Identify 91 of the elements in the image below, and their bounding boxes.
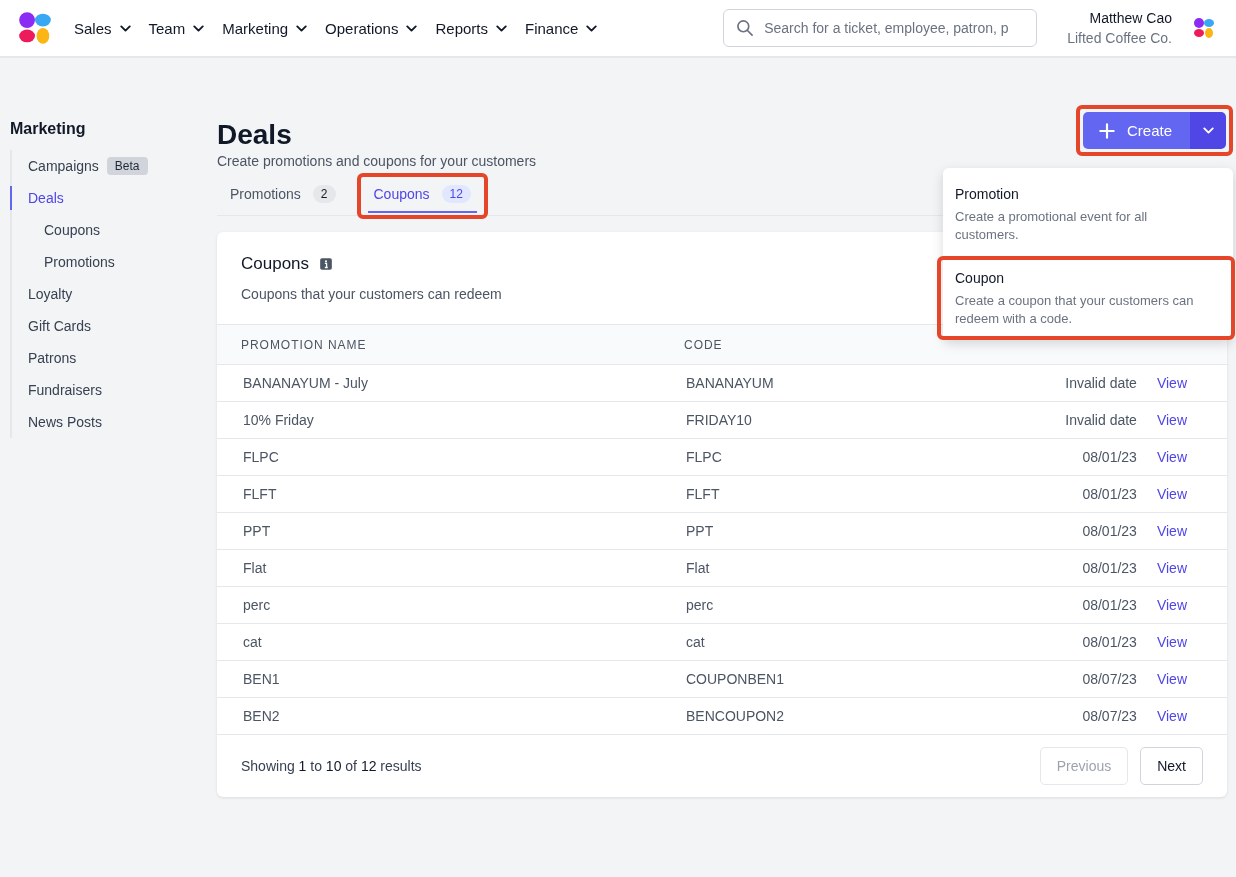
view-link[interactable]: View: [1156, 560, 1187, 576]
table-cell: BENCOUPON2: [660, 697, 937, 735]
table-cell: 08/01/23: [936, 623, 1157, 661]
table-cell: FLFT: [660, 475, 937, 513]
table-cell: PPT: [660, 512, 937, 550]
sidebar-item[interactable]: Deals: [10, 186, 64, 210]
nav-menu-item[interactable]: Finance: [525, 19, 598, 37]
chevron-down-icon: [406, 24, 418, 32]
count-badge: 2: [312, 185, 336, 203]
menu-item-description: Create a promotional event for all customers.: [955, 208, 1149, 244]
card-title: Coupons: [241, 254, 310, 274]
sidebar-item[interactable]: Coupons: [10, 218, 101, 242]
tab[interactable]: Promotions 2: [228, 177, 338, 213]
table-cell: cat: [660, 623, 937, 661]
table-cell: FLPC: [660, 438, 937, 476]
logo-icon: [16, 9, 54, 47]
menu-item[interactable]: Promotion Create a promotional event for all customers.: [937, 172, 1235, 256]
view-link[interactable]: View: [1156, 671, 1187, 687]
column-header: CODE: [660, 324, 937, 365]
nav-menu-item[interactable]: Marketing: [222, 19, 308, 37]
sidebar-item[interactable]: Gift Cards: [10, 314, 91, 338]
table-cell: COUPONBEN1: [660, 660, 937, 698]
chevron-down-icon: [193, 24, 205, 32]
table-cell: Flat: [217, 549, 660, 587]
table-cell: perc: [217, 586, 660, 624]
table-cell: 10% Friday: [217, 401, 660, 439]
tab[interactable]: Coupons 12: [367, 177, 477, 213]
table-cell: 08/07/23: [936, 697, 1157, 735]
info-icon: [319, 257, 334, 271]
view-link[interactable]: View: [1156, 634, 1187, 650]
menu-item[interactable]: Coupon Create a coupon that your customers can redeem with a code.: [937, 256, 1235, 340]
view-link[interactable]: View: [1156, 523, 1187, 539]
count-badge: 12: [441, 185, 471, 203]
sidebar-heading: Marketing: [10, 120, 87, 138]
sidebar-item[interactable]: Loyalty: [10, 282, 73, 306]
beta-badge: Beta: [106, 157, 148, 175]
menu-item-title: Promotion: [955, 186, 1020, 202]
nav-menu-item[interactable]: Sales: [74, 19, 131, 37]
menu-item-description: Create a coupon that your customers can redeem with a code.: [955, 292, 1195, 328]
view-link[interactable]: View: [1156, 375, 1187, 391]
search-field[interactable]: Search for a ticket, employee, patron, p: [723, 9, 1038, 47]
table-cell: BEN1: [217, 660, 660, 698]
sidebar-item[interactable]: Patrons: [10, 346, 77, 370]
table-cell: 08/07/23: [936, 660, 1157, 698]
chevron-down-icon: [119, 24, 131, 32]
chevron-down-icon: [496, 24, 507, 32]
table-cell: perc: [660, 586, 937, 624]
plus-icon: [1096, 120, 1117, 141]
table-cell: BANANAYUM: [660, 364, 937, 402]
view-link[interactable]: View: [1156, 449, 1187, 465]
nav-menu-item[interactable]: Reports: [435, 19, 507, 37]
table-cell: cat: [217, 623, 660, 661]
sidebar-item[interactable]: Promotions: [10, 250, 115, 274]
create-button[interactable]: Create: [1082, 112, 1190, 149]
view-link[interactable]: View: [1156, 597, 1187, 613]
page-subtitle: Create promotions and coupons for your customers: [217, 153, 537, 169]
table-cell: 08/01/23: [936, 512, 1157, 550]
chevron-down-icon: [1202, 127, 1214, 134]
sidebar-item[interactable]: Fundraisers: [10, 378, 102, 402]
table-cell: 08/01/23: [936, 475, 1157, 513]
company-name: Lifted Coffee Co.: [1067, 30, 1172, 46]
menu-item-title: Coupon: [955, 270, 1006, 286]
view-link[interactable]: View: [1156, 486, 1187, 502]
page-title: Deals: [217, 118, 293, 152]
dropdown-toggle-button[interactable]: [1190, 112, 1226, 149]
company-logo-icon: [1192, 16, 1216, 40]
table-cell: Flat: [660, 549, 937, 587]
sidebar-item[interactable]: Campaigns: [10, 154, 99, 178]
user-name: Matthew Cao: [1089, 10, 1172, 26]
table-cell: BANANAYUM - July: [217, 364, 660, 402]
table-cell: 08/01/23: [936, 586, 1157, 624]
table-cell: 08/01/23: [936, 438, 1157, 476]
column-header: PROMOTION NAME: [217, 324, 660, 365]
table-cell: BEN2: [217, 697, 660, 735]
table-cell: 08/01/23: [936, 549, 1157, 587]
nav-menu-item[interactable]: Operations: [325, 19, 418, 37]
chevron-down-icon: [296, 24, 308, 32]
nav-menu-item[interactable]: Team: [148, 19, 205, 37]
table-cell: PPT: [217, 512, 660, 550]
view-link[interactable]: View: [1156, 412, 1187, 428]
table-cell: Invalid date: [936, 364, 1157, 402]
results-summary: Showing 1 to 10 of 12 results: [241, 758, 422, 774]
card-subtitle: Coupons that your customers can redeem: [241, 286, 502, 302]
view-link[interactable]: View: [1156, 708, 1187, 724]
next-button[interactable]: Next: [1140, 747, 1203, 785]
table-cell: FLFT: [217, 475, 660, 513]
chevron-down-icon: [586, 24, 598, 32]
sidebar-item[interactable]: News Posts: [10, 410, 102, 434]
table-cell: FRIDAY10: [660, 401, 937, 439]
table-cell: FLPC: [217, 438, 660, 476]
table-cell: Invalid date: [936, 401, 1157, 439]
